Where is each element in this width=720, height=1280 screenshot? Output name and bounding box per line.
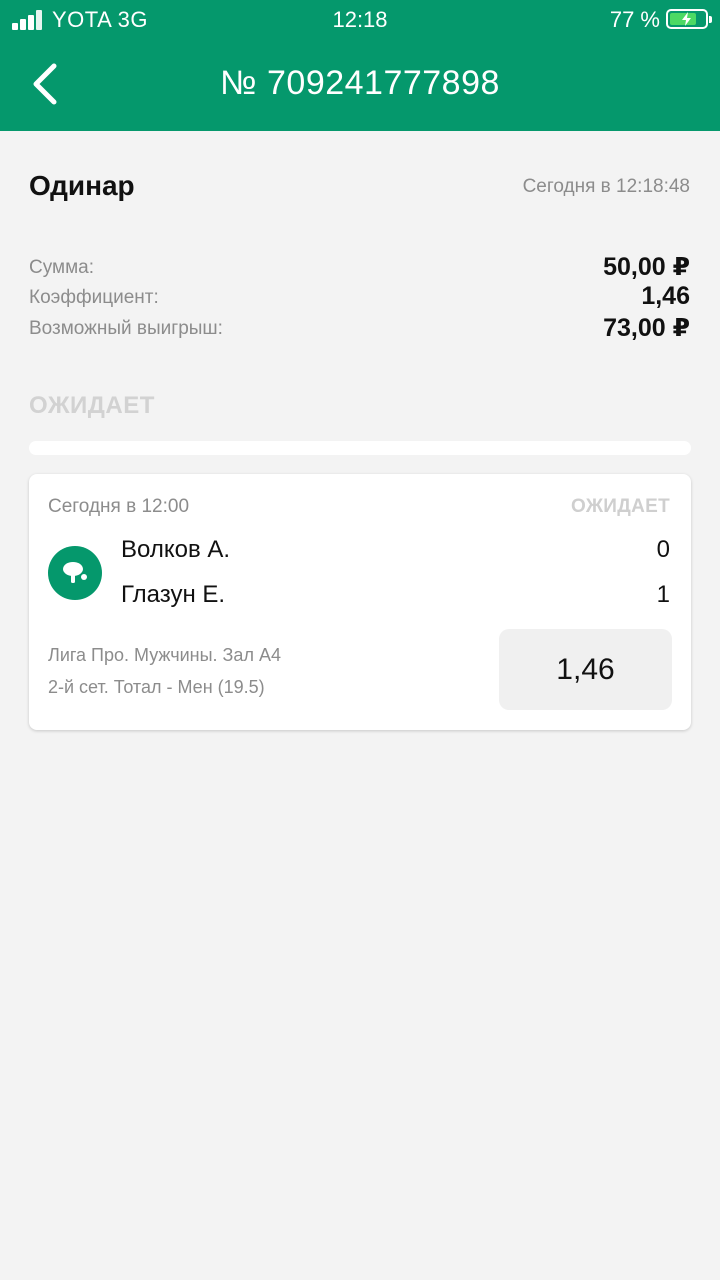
bet-progress-bar [29,441,691,455]
page-title: № 709241777898 [220,64,500,102]
bet-type: Одинар [29,170,135,201]
event-card[interactable]: Сегодня в 12:00 ОЖИДАЕТ Волков А. 0 Глаз… [29,474,691,730]
coefficient-label: Коэффициент: [29,287,159,308]
charging-bolt-icon [682,12,691,26]
league-name: Лига Про. Мужчины. Зал А4 [48,645,281,665]
possible-win-value: 73,00 ₽ [603,314,690,342]
bet-status: ОЖИДАЕТ [29,392,155,419]
possible-win-label: Возможный выигрыш: [29,318,223,339]
battery-icon [666,9,712,29]
amount-value: 50,00 ₽ [603,253,690,281]
battery-percent: 77 % [609,7,660,32]
bet-date: Сегодня в 12:18:48 [522,176,690,197]
odd-value: 1,46 [556,652,615,686]
event-status: ОЖИДАЕТ [571,496,670,517]
team-2-name: Глазун Е. [121,581,226,608]
event-time: Сегодня в 12:00 [48,496,190,517]
odd-button[interactable]: 1,46 [499,629,672,710]
coefficient-value: 1,46 [641,282,690,310]
team-2-score: 1 [656,581,670,608]
team-1-score: 0 [656,536,670,563]
status-bar: YOTA 3G 12:18 77 % [0,0,720,40]
table-tennis-icon [48,546,102,600]
market-name: 2-й сет. Тотал - Мен (19.5) [48,677,265,697]
team-1-name: Волков А. [121,536,231,563]
amount-label: Сумма: [29,257,94,278]
app-header: YOTA 3G 12:18 77 % № 709241777898 [0,0,720,131]
